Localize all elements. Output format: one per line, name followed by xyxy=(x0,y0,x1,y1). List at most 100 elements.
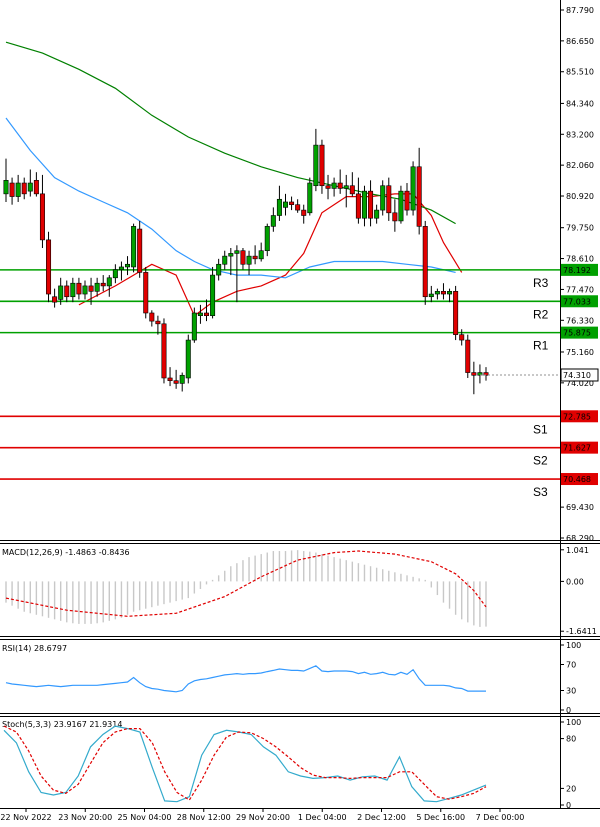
rsi-tick-label: 30 xyxy=(566,687,576,696)
level-name-R3: R3 xyxy=(533,276,549,290)
bullish-candle xyxy=(27,182,33,192)
macd-title: MACD(12,26,9) -1.4863 -0.8436 xyxy=(2,548,130,557)
bullish-candle xyxy=(82,285,88,295)
bullish-candle xyxy=(331,182,337,189)
bullish-candle xyxy=(398,190,404,222)
bullish-candle xyxy=(447,291,453,295)
bullish-candle xyxy=(343,185,349,189)
macd-tick-label: 1.041 xyxy=(566,546,589,555)
level-value-label-S2: 71.627 xyxy=(563,444,591,453)
chart-background xyxy=(0,0,600,827)
time-tick-label: 5 Dec 16:00 xyxy=(416,813,465,822)
time-tick-label: 1 Dec 04:00 xyxy=(298,813,347,822)
price-tick-label: 69.430 xyxy=(566,503,594,512)
bearish-candle xyxy=(368,190,374,219)
bullish-candle xyxy=(3,180,9,195)
bearish-candle xyxy=(465,339,471,373)
bullish-candle xyxy=(112,269,118,279)
bearish-candle xyxy=(325,185,331,189)
bearish-candle xyxy=(459,334,465,341)
bullish-candle xyxy=(15,182,21,197)
forex-chart: 87.790 86.650 85.510 84.340 83.200 82.060 80.9… xyxy=(0,0,600,827)
bearish-candle xyxy=(386,185,392,214)
level-value-label-R3: 78.192 xyxy=(563,266,591,275)
price-tick-label: 78.610 xyxy=(566,255,594,264)
bullish-candle xyxy=(118,266,124,270)
time-tick-label: 28 Nov 12:00 xyxy=(177,813,231,822)
bearish-candle xyxy=(64,285,70,298)
bearish-candle xyxy=(161,323,167,379)
bearish-candle xyxy=(88,285,94,292)
bullish-candle xyxy=(131,226,137,268)
stoch-tick-label: 100 xyxy=(566,718,581,727)
time-tick-label: 23 Nov 20:00 xyxy=(58,813,112,822)
price-tick-label: 82.060 xyxy=(566,161,594,170)
bullish-candle xyxy=(374,209,380,219)
price-tick-label: 80.920 xyxy=(566,192,594,201)
stoch-title: Stoch(5,3,3) 23.9167 21.9314 xyxy=(2,720,122,729)
bearish-candle xyxy=(39,193,45,241)
bullish-candle xyxy=(380,185,386,211)
bullish-candle xyxy=(216,263,222,276)
time-tick-label: 25 Nov 04:00 xyxy=(118,813,172,822)
bearish-candle xyxy=(453,291,459,335)
bearish-candle xyxy=(167,377,173,381)
bearish-candle xyxy=(46,239,52,295)
bearish-candle xyxy=(149,312,155,322)
bullish-candle xyxy=(276,198,282,216)
bullish-candle xyxy=(58,285,64,300)
bullish-candle xyxy=(228,253,234,257)
current-price-label: 74.310 xyxy=(563,371,591,380)
bearish-candle xyxy=(240,250,246,265)
bullish-candle xyxy=(264,226,270,252)
bullish-candle xyxy=(361,190,367,219)
price-tick-label: 84.340 xyxy=(566,99,594,108)
price-tick-label: 75.160 xyxy=(566,348,594,357)
bullish-candle xyxy=(210,274,216,316)
price-tick-label: 77.470 xyxy=(566,285,594,294)
bullish-candle xyxy=(125,263,131,268)
rsi-title: RSI(14) 28.6797 xyxy=(2,644,67,653)
bullish-candle xyxy=(258,250,264,260)
price-tick-label: 83.200 xyxy=(566,130,594,139)
bullish-candle xyxy=(197,312,203,316)
bullish-candle xyxy=(270,215,276,227)
bearish-candle xyxy=(143,272,149,314)
bearish-candle xyxy=(440,291,446,295)
bearish-candle xyxy=(204,312,210,316)
level-value-label-R1: 75.875 xyxy=(563,329,591,338)
level-value-label-S1: 72.785 xyxy=(563,412,591,421)
macd-tick-label: 0.00 xyxy=(566,577,584,586)
price-tick-label: 68.290 xyxy=(566,534,594,543)
bullish-candle xyxy=(282,201,288,208)
bullish-candle xyxy=(428,293,434,298)
bullish-candle xyxy=(185,339,191,379)
bearish-candle xyxy=(404,190,410,211)
bearish-candle xyxy=(319,144,325,187)
level-name-R1: R1 xyxy=(533,339,549,353)
rsi-tick-label: 0 xyxy=(566,706,571,715)
bullish-candle xyxy=(313,144,319,187)
bearish-candle xyxy=(337,182,343,189)
price-tick-label: 76.330 xyxy=(566,316,594,325)
bearish-candle xyxy=(100,282,106,287)
level-name-S2: S2 xyxy=(533,454,548,468)
bearish-candle xyxy=(173,380,179,384)
time-tick-label: 2 Dec 12:00 xyxy=(357,813,406,822)
rsi-tick-label: 100 xyxy=(566,641,581,650)
stoch-tick-label: 20 xyxy=(566,784,576,793)
price-tick-label: 86.650 xyxy=(566,37,594,46)
level-name-S1: S1 xyxy=(533,422,548,436)
bearish-candle xyxy=(392,212,398,222)
stoch-tick-label: 0 xyxy=(566,801,571,810)
bullish-candle xyxy=(410,166,416,211)
bearish-candle xyxy=(155,320,161,325)
bullish-candle xyxy=(179,374,185,384)
price-tick-label: 79.750 xyxy=(566,224,594,233)
price-tick-label: 87.790 xyxy=(566,6,594,15)
bearish-candle xyxy=(301,209,307,216)
bullish-candle xyxy=(434,291,440,295)
bearish-candle xyxy=(349,185,355,195)
time-tick-label: 7 Dec 00:00 xyxy=(476,813,525,822)
time-tick-label: 29 Nov 20:00 xyxy=(236,813,290,822)
